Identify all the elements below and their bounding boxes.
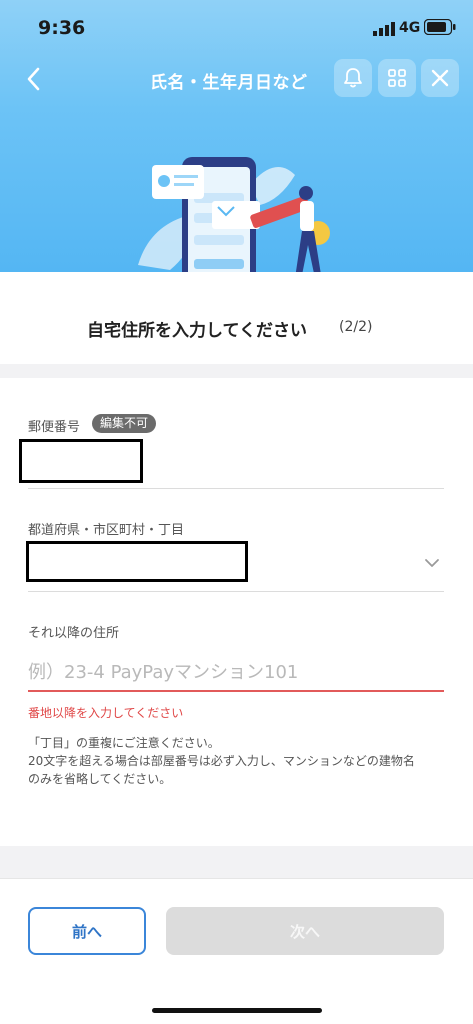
postal-code-label: 郵便番号: [28, 420, 81, 435]
address-form: 郵便番号 編集不可 都道府県・市区町村・丁目 それ以降の住所 例）23-4 Pa…: [0, 378, 473, 846]
network-type: 4G: [399, 20, 421, 36]
prev-button[interactable]: 前へ: [28, 907, 146, 955]
chevron-down-icon[interactable]: [424, 558, 440, 568]
section-gap: [0, 364, 473, 378]
nav-bar: 氏名・生年月日など: [0, 57, 473, 101]
status-bar: 9:36 4G: [0, 0, 473, 56]
notification-button[interactable]: [334, 59, 372, 97]
note-line: 「丁目」の重複にご注意ください。: [28, 736, 220, 750]
signal-icon: [373, 21, 395, 40]
grid-icon: [388, 69, 406, 87]
close-icon: [431, 69, 449, 87]
page-subtitle: 自宅住所を入力してください: [87, 321, 307, 341]
address-label: それ以降の住所: [28, 626, 120, 641]
page-title: 氏名・生年月日など: [150, 73, 308, 93]
back-button[interactable]: [18, 63, 48, 95]
menu-grid-button[interactable]: [378, 59, 416, 97]
note-line: 20文字を超える場合は部屋番号は必ず入力し、マンションなどの建物名: [28, 754, 415, 768]
input-error-underline: [28, 690, 444, 692]
next-button[interactable]: 次へ: [166, 907, 444, 955]
divider: [28, 591, 444, 592]
footer-divider: [0, 878, 473, 879]
postal-code-value-redacted: [19, 439, 143, 483]
bell-icon: [344, 68, 362, 88]
note-line: のみを省略してください。: [28, 772, 172, 786]
close-button[interactable]: [421, 59, 459, 97]
error-message: 番地以降を入力してください: [28, 706, 184, 720]
step-indicator: (2/2): [339, 319, 373, 335]
divider: [28, 488, 444, 489]
readonly-badge: 編集不可: [92, 414, 157, 433]
phone-illustration: [138, 157, 330, 272]
region-select-redacted[interactable]: [26, 541, 248, 582]
header-banner: 9:36 4G 氏名・生年月日など: [0, 0, 473, 272]
region-label: 都道府県・市区町村・丁目: [28, 523, 185, 538]
chevron-left-icon: [27, 67, 40, 91]
page-header: 自宅住所を入力してください (2/2): [0, 272, 473, 364]
address-input[interactable]: 例）23-4 PayPayマンション101: [28, 658, 298, 684]
home-indicator[interactable]: [152, 1008, 322, 1013]
section-gap: [0, 846, 473, 878]
status-time: 9:36: [38, 17, 86, 39]
battery-icon: [423, 18, 456, 39]
